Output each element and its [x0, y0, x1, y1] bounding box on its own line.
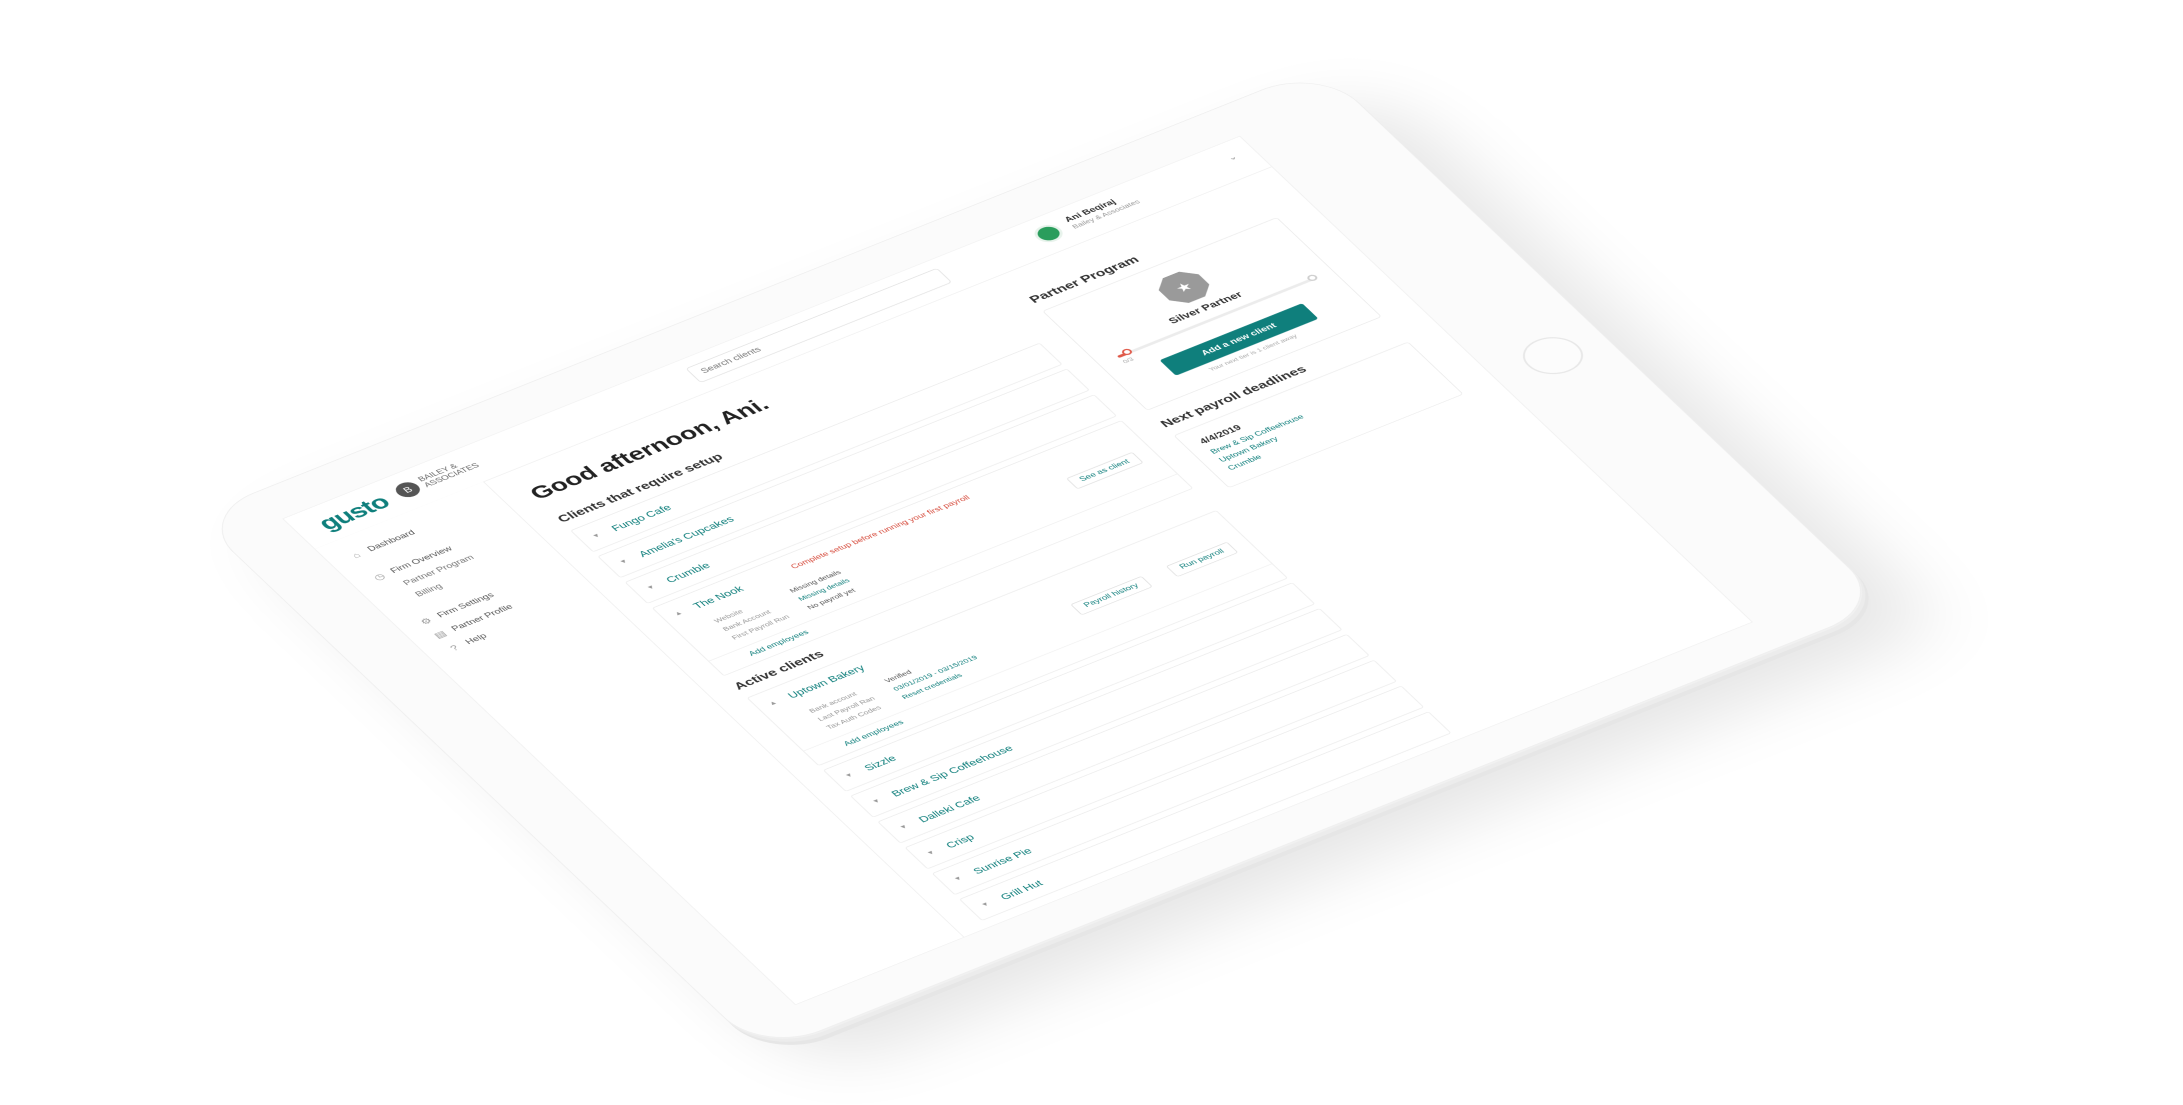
chevron-up-icon[interactable]: ▴: [673, 608, 687, 616]
client-name[interactable]: Crumble: [663, 560, 712, 584]
chevron-down-icon[interactable]: ▾: [844, 770, 858, 778]
chevron-down-icon[interactable]: ▾: [980, 899, 994, 908]
firm-avatar: B: [391, 479, 425, 500]
client-name[interactable]: Sizzle: [861, 753, 898, 772]
chevron-down-icon[interactable]: ▾: [871, 796, 885, 804]
chevron-down-icon[interactable]: ⌄: [1225, 153, 1240, 162]
firm-name: BAILEY & ASSOCIATES: [416, 462, 482, 489]
chevron-up-icon[interactable]: ▴: [768, 697, 782, 706]
help-icon: ?: [447, 643, 462, 653]
chevron-down-icon[interactable]: ▾: [591, 530, 605, 539]
marketing-stage: gusto B BAILEY & ASSOCIATES Ani Beqiraj …: [0, 0, 2183, 1105]
client-name[interactable]: Crisp: [943, 832, 977, 850]
home-button[interactable]: [1511, 330, 1595, 382]
avatar[interactable]: [1029, 221, 1068, 246]
tablet-device: gusto B BAILEY & ASSOCIATES Ani Beqiraj …: [194, 66, 1888, 1055]
chevron-down-icon[interactable]: ▾: [618, 556, 632, 565]
chevron-down-icon[interactable]: ▾: [646, 582, 660, 590]
client-name[interactable]: Sunrise Pie: [970, 846, 1034, 876]
home-icon: ⌂: [349, 550, 364, 560]
app-screen: gusto B BAILEY & ASSOCIATES Ani Beqiraj …: [282, 135, 1754, 1006]
client-name[interactable]: Fungo Cafe: [609, 502, 674, 533]
tablet-body: gusto B BAILEY & ASSOCIATES Ani Beqiraj …: [194, 66, 1888, 1055]
gear-icon: ⚙: [417, 615, 435, 627]
clock-icon: ◷: [371, 571, 388, 583]
chevron-down-icon[interactable]: ▾: [898, 821, 912, 830]
client-name[interactable]: Grill Hut: [997, 878, 1045, 901]
sidebar-item-label: Help: [463, 632, 490, 647]
chevron-down-icon[interactable]: ▾: [953, 873, 967, 882]
chevron-down-icon[interactable]: ▾: [926, 847, 940, 856]
deadline-client-link[interactable]: Brew & Sip Coffeehouse: [1208, 366, 1423, 457]
profile-icon: ▤: [431, 629, 449, 641]
